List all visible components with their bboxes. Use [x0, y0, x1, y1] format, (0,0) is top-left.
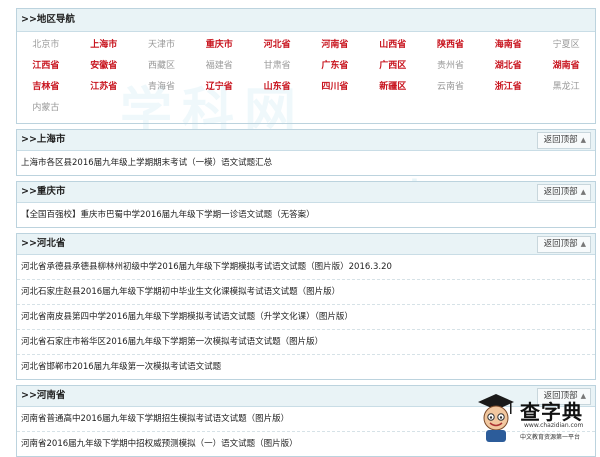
region-nav-title: >>地区导航 — [17, 9, 595, 32]
region-link[interactable]: 四川省 — [306, 77, 364, 98]
section-header: >>重庆市 返回顶部 ▲ — [17, 182, 595, 203]
region-link[interactable]: 广东省 — [306, 56, 364, 77]
graduate-mascot-icon — [478, 394, 514, 442]
region-link[interactable]: 海南省 — [479, 35, 537, 56]
region-link[interactable]: 甘肃省 — [248, 56, 306, 77]
region-link[interactable]: 宁夏区 — [537, 35, 595, 56]
back-to-top-label: 返回顶部 — [543, 135, 578, 145]
region-link[interactable]: 福建省 — [190, 56, 248, 77]
region-link[interactable]: 西藏区 — [133, 56, 191, 77]
section-header: >>河北省 返回顶部 ▲ — [17, 234, 595, 255]
region-link[interactable]: 新疆区 — [364, 77, 422, 98]
article-link[interactable]: 上海市各区县2016届九年级上学期期末考试（一模）语文试题汇总 — [17, 151, 595, 175]
region-link[interactable]: 安徽省 — [75, 56, 133, 77]
region-section: >>河北省 返回顶部 ▲ 河北省承德县承德县柳林州初级中学2016届九年级下学期模拟考… — [16, 233, 596, 380]
region-link[interactable]: 广西区 — [364, 56, 422, 77]
region-link[interactable]: 山西省 — [364, 35, 422, 56]
region-link[interactable]: 天津市 — [133, 35, 191, 56]
article-link[interactable]: 河北省石家庄市裕华区2016届九年级下学期第一次模拟考试语文试题（图片版） — [17, 330, 595, 355]
region-link[interactable]: 黑龙江 — [537, 77, 595, 98]
section-title: >>河南省 — [21, 390, 66, 401]
article-link[interactable]: 河北省承德县承德县柳林州初级中学2016届九年级下学期模拟考试语文试题（图片版）… — [17, 255, 595, 280]
article-link[interactable]: 河北省南皮县第四中学2016届九年级下学期模拟考试语文试题（升学文化课）（图片版… — [17, 305, 595, 330]
back-to-top-label: 返回顶部 — [543, 187, 578, 197]
region-nav-panel: >>地区导航 北京市 上海市 天津市 重庆市 河北省 河南省 山西省 陕西省 海南省 宁夏区江西省… — [16, 8, 596, 124]
region-grid: 北京市 上海市 天津市 重庆市 河北省 河南省 山西省 陕西省 海南省 宁夏区江西省 安徽省 西藏区福… — [17, 32, 595, 123]
page-content: >>地区导航 北京市 上海市 天津市 重庆市 河北省 河南省 山西省 陕西省 海南省 宁夏区江西省… — [16, 8, 596, 457]
region-section: >>重庆市 返回顶部 ▲ 【全国百强校】重庆市巴蜀中学2016届九年级下学期一诊语文试… — [16, 181, 596, 228]
region-link[interactable]: 云南省 — [422, 77, 480, 98]
region-link[interactable]: 江苏省 — [75, 77, 133, 98]
region-link[interactable]: 湖北省 — [479, 56, 537, 77]
region-link[interactable]: 上海市 — [75, 35, 133, 56]
section-title: >>重庆市 — [21, 186, 66, 197]
arrow-up-icon: ▲ — [580, 188, 586, 196]
region-link[interactable]: 北京市 — [17, 35, 75, 56]
back-to-top-button[interactable]: 返回顶部 ▲ — [536, 132, 591, 149]
region-section: >>上海市 返回顶部 ▲ 上海市各区县2016届九年级上学期期末考试（一模）语文试题汇… — [16, 129, 596, 176]
back-to-top-label: 返回顶部 — [543, 239, 578, 249]
arrow-up-icon: ▲ — [580, 240, 586, 248]
section-title: >>河北省 — [21, 238, 66, 249]
logo-slogan: 中文教育资源第一平台 — [520, 434, 581, 441]
article-link[interactable]: 河北省邯郸市2016届九年级第一次模拟考试语文试题 — [17, 355, 595, 379]
section-title: >>上海市 — [21, 134, 66, 145]
back-to-top-button[interactable]: 返回顶部 ▲ — [536, 184, 591, 201]
region-link[interactable]: 陕西省 — [422, 35, 480, 56]
logo-brand: 查字典 — [520, 400, 583, 424]
region-link[interactable]: 江西省 — [17, 56, 75, 77]
region-link[interactable]: 浙江省 — [479, 77, 537, 98]
region-link[interactable]: 吉林省 — [17, 77, 75, 98]
region-link[interactable]: 河北省 — [248, 35, 306, 56]
region-link[interactable]: 内蒙古 — [17, 98, 75, 119]
arrow-up-icon: ▲ — [580, 136, 586, 144]
region-link[interactable]: 河南省 — [306, 35, 364, 56]
logo-url: www.chazidian.com — [524, 422, 584, 429]
region-link[interactable]: 贵州省 — [422, 56, 480, 77]
region-link[interactable]: 重庆市 — [190, 35, 248, 56]
region-link[interactable]: 湖南省 — [537, 56, 595, 77]
region-link[interactable]: 山东省 — [248, 77, 306, 98]
region-link[interactable]: 青海省 — [133, 77, 191, 98]
region-link[interactable]: 辽宁省 — [190, 77, 248, 98]
back-to-top-button[interactable]: 返回顶部 ▲ — [536, 236, 591, 253]
article-link[interactable]: 【全国百强校】重庆市巴蜀中学2016届九年级下学期一诊语文试题（无答案） — [17, 203, 595, 227]
chazidian-logo: 查字典 www.chazidian.com 中文教育资源第一平台 — [474, 392, 592, 444]
section-header: >>上海市 返回顶部 ▲ — [17, 130, 595, 151]
article-link[interactable]: 河北石家庄赵县2016届九年级下学期初中毕业生文化课模拟考试语文试题（图片版） — [17, 280, 595, 305]
